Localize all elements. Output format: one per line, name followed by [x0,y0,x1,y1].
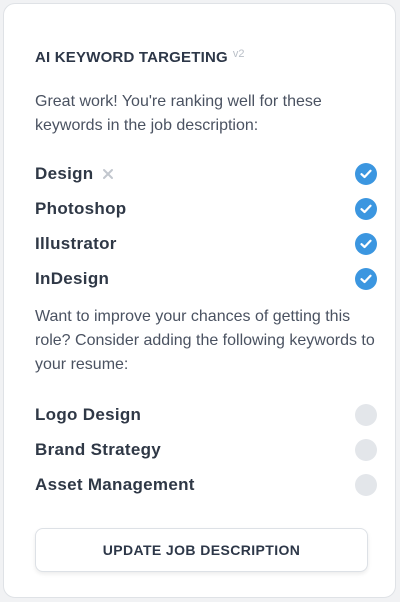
checkmark-icon [355,162,377,185]
keyword-label: Asset Management [35,474,195,494]
checkmark-icon [355,197,377,220]
card-header: AI KEYWORD TARGETING v2 [35,48,245,68]
keyword-label: InDesign [35,268,110,288]
keyword-label: Brand Strategy [35,439,162,459]
suggestion-text: Want to improve your chances of getting … [35,308,375,373]
matched-keyword-list: Design Photoshop Illustrator InDesign [35,156,377,296]
keyword-targeting-card: AI KEYWORD TARGETING v2 Great work! You'… [3,3,396,598]
keyword-label: Design [35,163,94,183]
keyword-row-logo-design: Logo Design [35,397,377,432]
keyword-row-design: Design [35,156,377,191]
version-badge: v2 [232,48,245,60]
keyword-label: Logo Design [35,404,142,424]
checkmark-icon [355,267,377,290]
remove-keyword-icon[interactable] [102,168,114,180]
keyword-label: Illustrator [35,233,117,253]
empty-circle-icon [355,438,377,461]
intro-text: Great work! You're ranking well for thes… [35,93,322,134]
keyword-row-brand-strategy: Brand Strategy [35,432,377,467]
empty-circle-icon [355,403,377,426]
keyword-row-illustrator: Illustrator [35,226,377,261]
keyword-row-photoshop: Photoshop [35,191,377,226]
keyword-row-indesign: InDesign [35,261,377,296]
checkmark-icon [355,232,377,255]
card-title: AI KEYWORD TARGETING [35,49,228,66]
keyword-row-asset-management: Asset Management [35,467,377,502]
missing-keyword-list: Logo Design Brand Strategy Asset Managem… [35,397,377,502]
keyword-label: Photoshop [35,198,127,218]
update-job-description-button[interactable]: UPDATE JOB DESCRIPTION [35,528,368,572]
empty-circle-icon [355,473,377,496]
